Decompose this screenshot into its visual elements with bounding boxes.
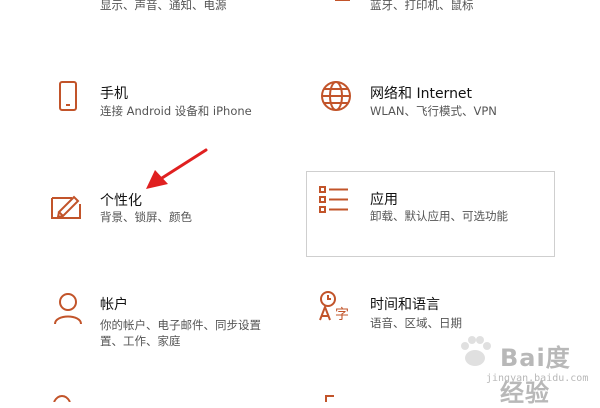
devices-icon [335,0,350,1]
watermark-url: jingyan.baidu.com [486,373,589,384]
tile-desc: WLAN、飞行模式、VPN [370,104,497,118]
tile-desc: 卸载、默认应用、可选功能 [370,209,508,223]
tile-desc: 连接 Android 设备和 iPhone [100,104,252,118]
partial-tile-icon [325,395,334,402]
person-icon [54,293,82,324]
tile-title: 个性化 [100,193,142,209]
tile-time-language[interactable]: 字 时间和语言 语音、区域、日期 [318,290,558,340]
tile-title: 网络和 Internet [370,86,473,102]
tile-apps[interactable]: 应用 卸载、默认应用、可选功能 [318,184,548,234]
tile-title: 应用 [370,192,398,208]
tile-desc-line2: 置、工作、家庭 [100,334,181,348]
phone-icon [59,81,77,111]
tile-title: 时间和语言 [370,297,440,313]
personalization-icon [51,195,81,219]
devices-tile-desc: 蓝牙、打印机、鼠标 [370,0,474,12]
system-tile-partial[interactable]: 显示、声音、通知、电源 [50,0,290,14]
partial-tile-icon [53,395,71,402]
system-tile-desc: 显示、声音、通知、电源 [100,0,227,12]
tile-desc: 语音、区域、日期 [370,316,462,330]
time-language-icon: 字 [319,291,349,322]
devices-tile-partial[interactable]: 蓝牙、打印机、鼠标 [320,0,560,14]
svg-text:字: 字 [335,307,349,322]
tile-title: 手机 [100,86,128,102]
tile-title: 帐户 [100,297,128,313]
tile-accounts[interactable]: 帐户 你的帐户、电子邮件、同步设置 置、工作、家庭 [52,290,282,350]
tile-personalization[interactable]: 个性化 背景、锁屏、颜色 [50,188,280,238]
tile-network[interactable]: 网络和 Internet WLAN、飞行模式、VPN [320,78,560,128]
display-icon [50,0,80,4]
baidu-paw-icon [461,336,491,366]
tile-desc: 背景、锁屏、颜色 [100,210,192,224]
apps-list-icon [319,186,348,213]
tile-phone[interactable]: 手机 连接 Android 设备和 iPhone [52,78,282,128]
globe-icon [321,81,351,111]
